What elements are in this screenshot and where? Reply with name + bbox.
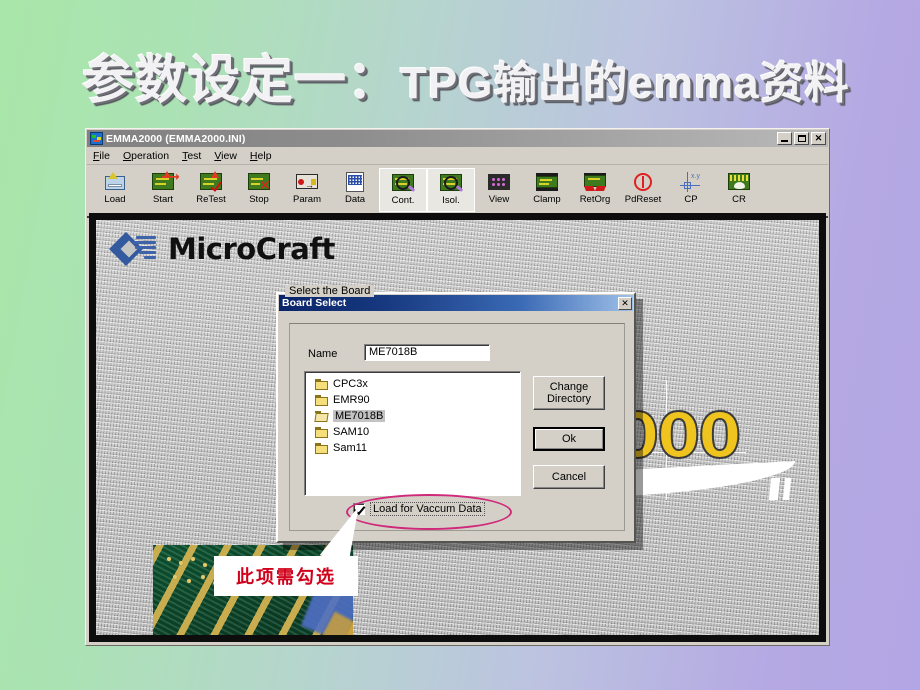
load-for-vaccum-data-checkbox[interactable]: Load for Vaccum Data	[353, 502, 485, 516]
param-icon: →	[294, 170, 320, 194]
window-controls: ✕	[777, 132, 826, 145]
toolbar-label: Load	[104, 194, 126, 205]
return-origin-icon	[582, 170, 608, 194]
toolbar-label: CR	[732, 194, 746, 205]
toolbar-button-view[interactable]: View	[475, 168, 523, 212]
close-icon: ✕	[621, 297, 629, 308]
pd-reset-power-icon	[630, 170, 656, 194]
group-legend-label: Select the Board	[285, 285, 375, 297]
data-sheet-icon	[342, 170, 368, 194]
page-title: 参数设定一：TPG输出的emma资料	[82, 44, 882, 118]
toolbar-label: Param	[293, 194, 321, 205]
toolbar-button-cp[interactable]: x.y CP	[667, 168, 715, 212]
toolbar-button-cr[interactable]: CR	[715, 168, 763, 212]
toolbar-label: PdReset	[624, 194, 662, 205]
annotation-callout: 此项需勾选	[214, 556, 358, 596]
menu-item-operation[interactable]: Operation	[123, 150, 169, 162]
list-item-selected[interactable]: ME7018B	[305, 408, 520, 424]
cancel-button-label: Cancel	[551, 471, 587, 483]
annotation-callout-text: 此项需勾选	[236, 567, 336, 588]
folder-open-icon	[314, 410, 329, 422]
maximize-icon	[797, 135, 806, 142]
minimize-button[interactable]	[777, 132, 792, 145]
close-button[interactable]: ✕	[811, 132, 826, 145]
microcraft-logo-icon	[109, 232, 156, 266]
toolbar-button-pdreset[interactable]: PdReset	[619, 168, 667, 212]
cp-crosshair-icon: x.y	[678, 170, 704, 194]
list-item-label: SAM10	[333, 426, 370, 438]
toolbar-button-cont[interactable]: Cont.	[379, 168, 427, 212]
stop-board-icon: ✕	[246, 170, 272, 194]
toolbar-button-stop[interactable]: ✕ Stop	[235, 168, 283, 212]
toolbar-button-start[interactable]: ⟶ Start	[139, 168, 187, 212]
retest-board-icon	[198, 170, 224, 194]
toolbar-button-load[interactable]: Load	[91, 168, 139, 212]
start-board-icon: ⟶	[150, 170, 180, 194]
list-item-label: CPC3x	[333, 378, 368, 390]
toolbar-label: View	[488, 194, 510, 205]
toolbar-label: Isol.	[442, 195, 460, 206]
page-title-sub: TPG输出的emma资料	[400, 59, 850, 108]
name-label: Name	[308, 348, 338, 360]
toolbar-button-isol[interactable]: Isol.	[427, 168, 475, 212]
change-directory-label-line1: Change	[549, 381, 589, 393]
minimize-icon	[781, 140, 788, 142]
toolbar-button-retorg[interactable]: RetOrg	[571, 168, 619, 212]
board-list[interactable]: CPC3x EMR90 ME7018B SAM10 Sam11	[304, 371, 521, 496]
toolbar-button-clamp[interactable]: Clamp	[523, 168, 571, 212]
toolbar-button-param[interactable]: → Param	[283, 168, 331, 212]
list-item-label: ME7018B	[333, 410, 386, 422]
ok-button[interactable]: Ok	[533, 427, 605, 451]
toolbar-button-data[interactable]: Data	[331, 168, 379, 212]
folder-icon	[315, 426, 328, 438]
folder-icon	[315, 394, 328, 406]
brand-logo: MicroCraft	[109, 232, 335, 266]
load-tray-icon	[102, 170, 128, 194]
toolbar-label: Clamp	[533, 194, 561, 205]
dialog-title: Board Select	[282, 297, 347, 309]
cr-waveform-icon	[726, 170, 752, 194]
toolbar-label: Start	[152, 194, 174, 205]
change-directory-button[interactable]: Change Directory	[533, 376, 605, 410]
maximize-button[interactable]	[794, 132, 809, 145]
board-name-input[interactable]: ME7018B	[364, 344, 490, 361]
toolbar: Load ⟶ Start ReTest ✕ Stop → Param Data …	[87, 166, 828, 218]
checkbox-label: Load for Vaccum Data	[370, 502, 485, 516]
continuity-magnifier-icon	[390, 171, 416, 195]
change-directory-label-line2: Directory	[546, 393, 591, 405]
menu-item-view[interactable]: View	[214, 150, 237, 162]
folder-icon	[315, 442, 328, 454]
list-item-label: EMR90	[333, 394, 370, 406]
toolbar-button-retest[interactable]: ReTest	[187, 168, 235, 212]
menu-item-help[interactable]: Help	[250, 150, 272, 162]
dialog-titlebar: Board Select ✕	[279, 295, 633, 311]
toolbar-label: Cont.	[391, 195, 415, 206]
page-title-cn: 参数设定一：	[82, 50, 401, 111]
toolbar-label: RetOrg	[579, 194, 611, 205]
menu-item-file[interactable]: File	[93, 150, 110, 162]
menu-item-test[interactable]: Test	[182, 150, 201, 162]
toolbar-label: Data	[344, 194, 366, 205]
list-item[interactable]: CPC3x	[305, 376, 520, 392]
clamp-icon	[534, 170, 560, 194]
toolbar-label: Stop	[249, 194, 269, 205]
folder-icon	[315, 378, 328, 390]
dialog-close-button[interactable]: ✕	[618, 296, 632, 310]
close-icon: ✕	[814, 133, 823, 143]
list-item[interactable]: EMR90	[305, 392, 520, 408]
view-grid-icon	[486, 170, 512, 194]
window-titlebar: EMMA2000 (EMMA2000.INI) ✕	[87, 130, 828, 147]
brand-name: MicroCraft	[168, 232, 335, 266]
menubar: File Operation Test View Help	[87, 148, 828, 165]
list-item[interactable]: SAM10	[305, 424, 520, 440]
list-item-label: Sam11	[333, 442, 368, 454]
list-item[interactable]: Sam11	[305, 440, 520, 456]
emma-app-icon	[90, 132, 103, 145]
toolbar-label: ReTest	[196, 194, 226, 205]
window-title-text: EMMA2000 (EMMA2000.INI)	[106, 132, 246, 145]
ok-button-label: Ok	[561, 433, 577, 445]
isolation-magnifier-icon	[438, 171, 464, 195]
cancel-button[interactable]: Cancel	[533, 465, 605, 489]
toolbar-label: CP	[684, 194, 698, 205]
